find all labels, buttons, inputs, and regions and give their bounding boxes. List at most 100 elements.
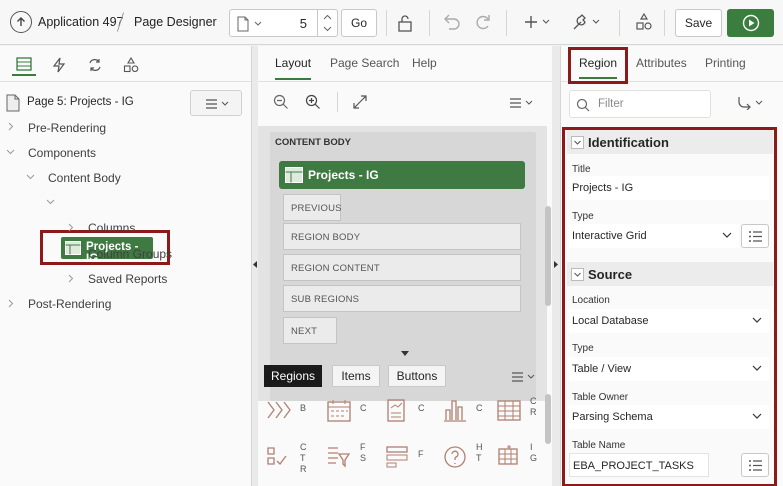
run-page-button[interactable]: [727, 9, 774, 37]
tree-node-post-rendering[interactable]: Post-Rendering: [28, 297, 111, 311]
right-splitter[interactable]: [552, 46, 560, 486]
interactive-grid-icon: [496, 444, 522, 470]
page-number-input[interactable]: 5: [300, 16, 307, 31]
chevron-right-icon[interactable]: [8, 299, 14, 308]
tree-page-title: Page 5: Projects - IG: [27, 96, 134, 108]
collapse-section-icon[interactable]: [571, 268, 584, 281]
collapse-left-icon[interactable]: [253, 261, 257, 268]
gallery-item-faceted-search[interactable]: F S: [326, 442, 376, 482]
undo-icon[interactable]: [441, 13, 461, 31]
chevron-down-icon[interactable]: [46, 199, 55, 205]
chevron-right-icon[interactable]: [8, 122, 14, 131]
property-type-select[interactable]: Interactive Grid: [569, 224, 739, 248]
zoom-out-icon[interactable]: [273, 94, 289, 110]
splitter-down-icon[interactable]: [401, 351, 409, 356]
tab-page-search[interactable]: Page Search: [330, 56, 399, 70]
tree-node-column-groups[interactable]: Column Groups: [88, 247, 172, 261]
gallery-tab-regions[interactable]: Regions: [264, 365, 322, 387]
rendering-tab-icon[interactable]: [12, 54, 36, 76]
chevron-down-icon[interactable]: [323, 26, 332, 32]
gallery-item-chart-report[interactable]: C: [384, 396, 434, 436]
tree-node-columns[interactable]: Columns: [88, 221, 135, 235]
processing-tab-icon[interactable]: [83, 54, 107, 76]
table-name-list-button[interactable]: [741, 453, 769, 477]
bar-chart-icon: [442, 398, 468, 424]
page-number-selector[interactable]: 5: [229, 9, 338, 37]
redo-icon[interactable]: [473, 13, 493, 31]
layout-region-projects-ig[interactable]: Projects - IG: [279, 161, 525, 189]
gallery-item-label: H T: [476, 442, 483, 463]
section-identification[interactable]: Identification: [567, 130, 773, 154]
app-up-icon[interactable]: [10, 11, 32, 33]
property-table-owner-label: Table Owner: [572, 392, 629, 403]
tree-node-pre-rendering[interactable]: Pre-Rendering: [28, 121, 106, 135]
shared-components-tab-icon[interactable]: [119, 54, 143, 76]
left-pane: Page 5: Projects - IG Pre-Rendering Comp…: [0, 46, 252, 486]
gallery-tab-buttons[interactable]: Buttons: [388, 365, 446, 387]
toolbar-divider: [619, 10, 620, 36]
section-source-title: Source: [588, 267, 633, 282]
form-icon: [384, 444, 410, 470]
gallery-item-interactive-grid[interactable]: I G: [496, 442, 546, 482]
property-table-name-field[interactable]: EBA_PROJECT_TASKS: [569, 453, 709, 477]
gallery-item-check-list[interactable]: C T R: [266, 442, 316, 482]
property-title-field[interactable]: Projects - IG: [569, 176, 769, 200]
property-source-type-label: Type: [572, 343, 594, 354]
collapse-right-icon[interactable]: [554, 261, 558, 268]
slot-sub-regions[interactable]: SUB REGIONS: [283, 285, 521, 312]
content-body-area: CONTENT BODY Projects - IG PREVIOUS REGI…: [270, 132, 536, 401]
classic-report-icon: [496, 398, 522, 424]
go-to-group-icon[interactable]: [737, 96, 765, 110]
gallery-item-breadcrumb[interactable]: B: [266, 396, 316, 436]
toolbar-divider: [664, 10, 665, 36]
tree-node-content-body[interactable]: Content Body: [48, 171, 121, 185]
dynamic-actions-tab-icon[interactable]: [47, 54, 71, 76]
calendar-icon: [326, 398, 352, 424]
gallery-menu-icon[interactable]: [511, 372, 537, 382]
filter-input[interactable]: Filter: [598, 98, 624, 110]
type-options-button[interactable]: [741, 224, 769, 248]
gallery-item-help-text[interactable]: H T: [442, 442, 492, 482]
gallery-tab-items[interactable]: Items: [332, 365, 380, 387]
chevron-down-icon[interactable]: [26, 174, 35, 180]
breadcrumb-icon: [266, 398, 292, 424]
gallery-item-calendar[interactable]: C: [326, 396, 376, 436]
slot-previous[interactable]: PREVIOUS: [283, 194, 342, 221]
go-button[interactable]: Go: [341, 9, 377, 37]
chevron-down-icon[interactable]: [6, 149, 15, 155]
tab-printing[interactable]: Printing: [705, 56, 746, 70]
utilities-wrench-icon[interactable]: [571, 13, 603, 31]
property-table-owner-select[interactable]: Parsing Schema: [569, 405, 769, 429]
gallery-item-form[interactable]: F: [384, 442, 434, 482]
property-location-select[interactable]: Local Database: [569, 309, 769, 333]
layout-menu-icon[interactable]: [509, 98, 535, 108]
save-button[interactable]: Save: [675, 9, 722, 37]
shared-components-icon[interactable]: [635, 13, 653, 31]
gallery-item-classic-report[interactable]: C R: [496, 396, 546, 436]
tab-layout[interactable]: Layout: [275, 56, 312, 80]
expand-icon[interactable]: [352, 94, 368, 110]
create-menu-icon[interactable]: [524, 14, 554, 30]
canvas-scrollbar[interactable]: [545, 206, 551, 306]
chevron-right-icon[interactable]: [68, 274, 74, 283]
section-source[interactable]: Source: [567, 262, 773, 286]
property-source-type-select[interactable]: Table / View: [569, 357, 769, 381]
tab-attributes[interactable]: Attributes: [636, 56, 687, 70]
gallery-item-bar-chart[interactable]: C: [442, 396, 492, 436]
page-number-stepper[interactable]: [317, 10, 337, 36]
lock-icon[interactable]: [396, 13, 414, 33]
breadcrumb-application[interactable]: Application 497: [38, 15, 123, 29]
tab-help[interactable]: Help: [412, 56, 437, 70]
slot-region-body[interactable]: REGION BODY: [283, 223, 521, 250]
collapse-section-icon[interactable]: [571, 136, 584, 149]
tree-node-components[interactable]: Components: [28, 146, 96, 160]
slot-next[interactable]: NEXT: [283, 317, 337, 344]
tree-menu-button[interactable]: [190, 90, 242, 116]
chevron-up-icon[interactable]: [323, 14, 332, 20]
chevron-right-icon[interactable]: [68, 223, 74, 232]
tree-node-saved-reports[interactable]: Saved Reports: [88, 272, 167, 286]
gallery-scrollbar[interactable]: [545, 394, 551, 444]
zoom-in-icon[interactable]: [305, 94, 321, 110]
slot-region-content[interactable]: REGION CONTENT: [283, 254, 521, 281]
filter-field[interactable]: Filter: [569, 90, 711, 118]
